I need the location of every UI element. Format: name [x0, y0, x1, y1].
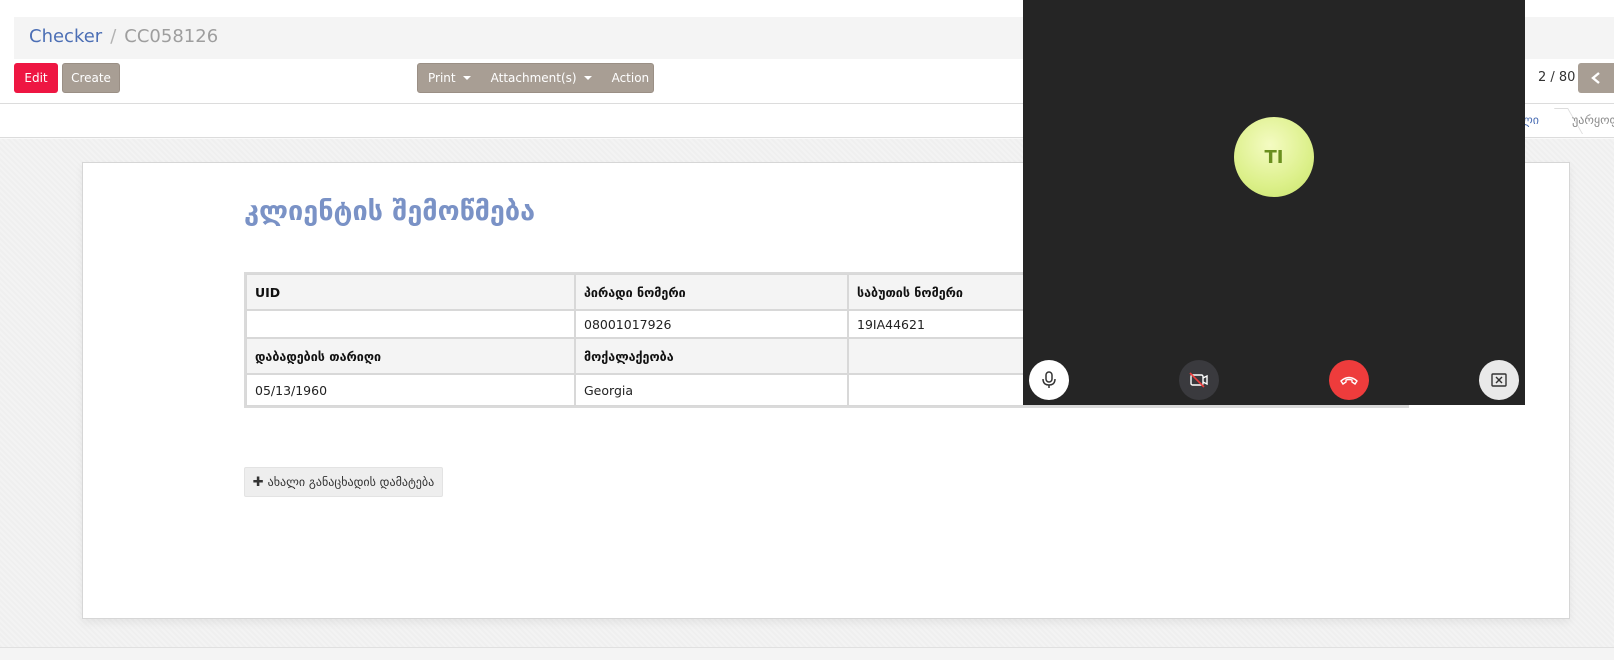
camera-off-icon — [1189, 372, 1208, 388]
print-dropdown[interactable]: Print — [418, 64, 481, 92]
breadcrumb: Checker / CC058126 — [29, 26, 218, 47]
status-stage-next[interactable]: უარყოფ — [1572, 113, 1614, 127]
microphone-button[interactable] — [1029, 360, 1069, 400]
action-button-group: Print Attachment(s) Action — [417, 63, 665, 93]
chevron-left-icon — [1591, 72, 1600, 84]
breadcrumb-separator: / — [110, 26, 117, 47]
value-citizenship: Georgia — [575, 374, 848, 406]
header-citizenship: მოქალაქეობა — [575, 338, 848, 374]
avatar-initials: TI — [1264, 146, 1284, 168]
hangup-button[interactable] — [1329, 360, 1369, 400]
caller-avatar: TI — [1234, 117, 1314, 197]
caret-down-icon — [656, 76, 665, 80]
hangup-icon — [1340, 376, 1358, 385]
header-personal-number: პირადი ნომერი — [575, 274, 848, 310]
create-button[interactable]: Create — [62, 63, 120, 93]
action-dropdown[interactable]: Action — [602, 64, 675, 92]
plus-icon: ✚ — [252, 474, 264, 490]
action-label: Action — [611, 71, 650, 85]
value-uid — [246, 310, 575, 338]
caret-down-icon — [583, 76, 592, 80]
print-label: Print — [428, 71, 456, 85]
value-birth-date: 05/13/1960 — [246, 374, 575, 406]
camera-toggle-button[interactable] — [1179, 360, 1219, 400]
breadcrumb-current: CC058126 — [124, 26, 219, 47]
attachments-dropdown[interactable]: Attachment(s) — [481, 64, 602, 92]
close-window-icon — [1491, 373, 1507, 387]
header-birth-date: დაბადების თარიღი — [246, 338, 575, 374]
edit-button[interactable]: Edit — [14, 63, 58, 93]
add-application-button[interactable]: ✚ ახალი განაცხადის დამატება — [244, 467, 443, 497]
page-title: კლიენტის შემოწმება — [244, 196, 536, 227]
pager-value[interactable]: 2 / 80 — [1538, 70, 1575, 85]
caret-down-icon — [462, 76, 471, 80]
bottom-bar — [0, 647, 1614, 660]
close-call-window-button[interactable] — [1479, 360, 1519, 400]
microphone-icon — [1042, 371, 1056, 388]
pager-previous-button[interactable] — [1578, 63, 1614, 93]
attachments-label: Attachment(s) — [490, 71, 577, 85]
add-application-label: ახალი განაცხადის დამატება — [267, 475, 435, 489]
breadcrumb-parent-link[interactable]: Checker — [29, 26, 102, 47]
video-call-panel — [1023, 0, 1525, 405]
value-personal-number: 08001017926 — [575, 310, 848, 338]
header-uid: UID — [246, 274, 575, 310]
